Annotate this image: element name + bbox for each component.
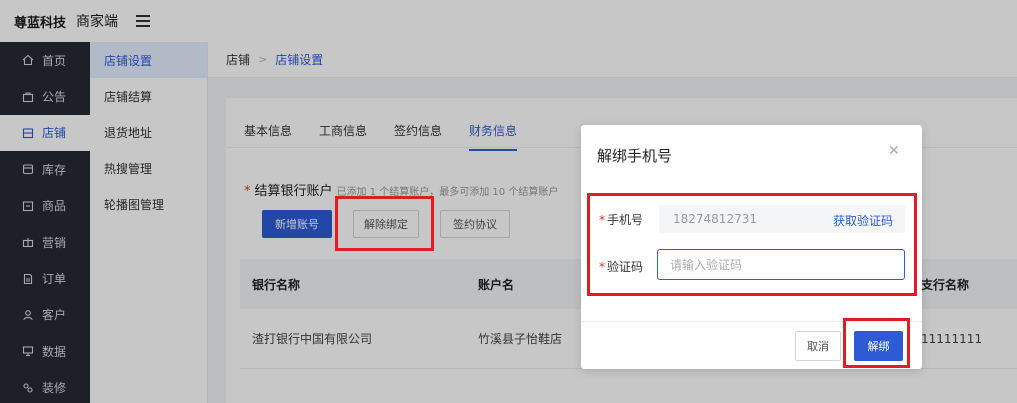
close-icon[interactable]: ✕ [888, 143, 900, 159]
highlight-box-form [587, 193, 917, 296]
cancel-button[interactable]: 取消 [795, 331, 841, 361]
highlight-box-unbind [335, 196, 434, 251]
dialog-title: 解绑手机号 [597, 147, 673, 165]
highlight-box-confirm [843, 318, 910, 368]
